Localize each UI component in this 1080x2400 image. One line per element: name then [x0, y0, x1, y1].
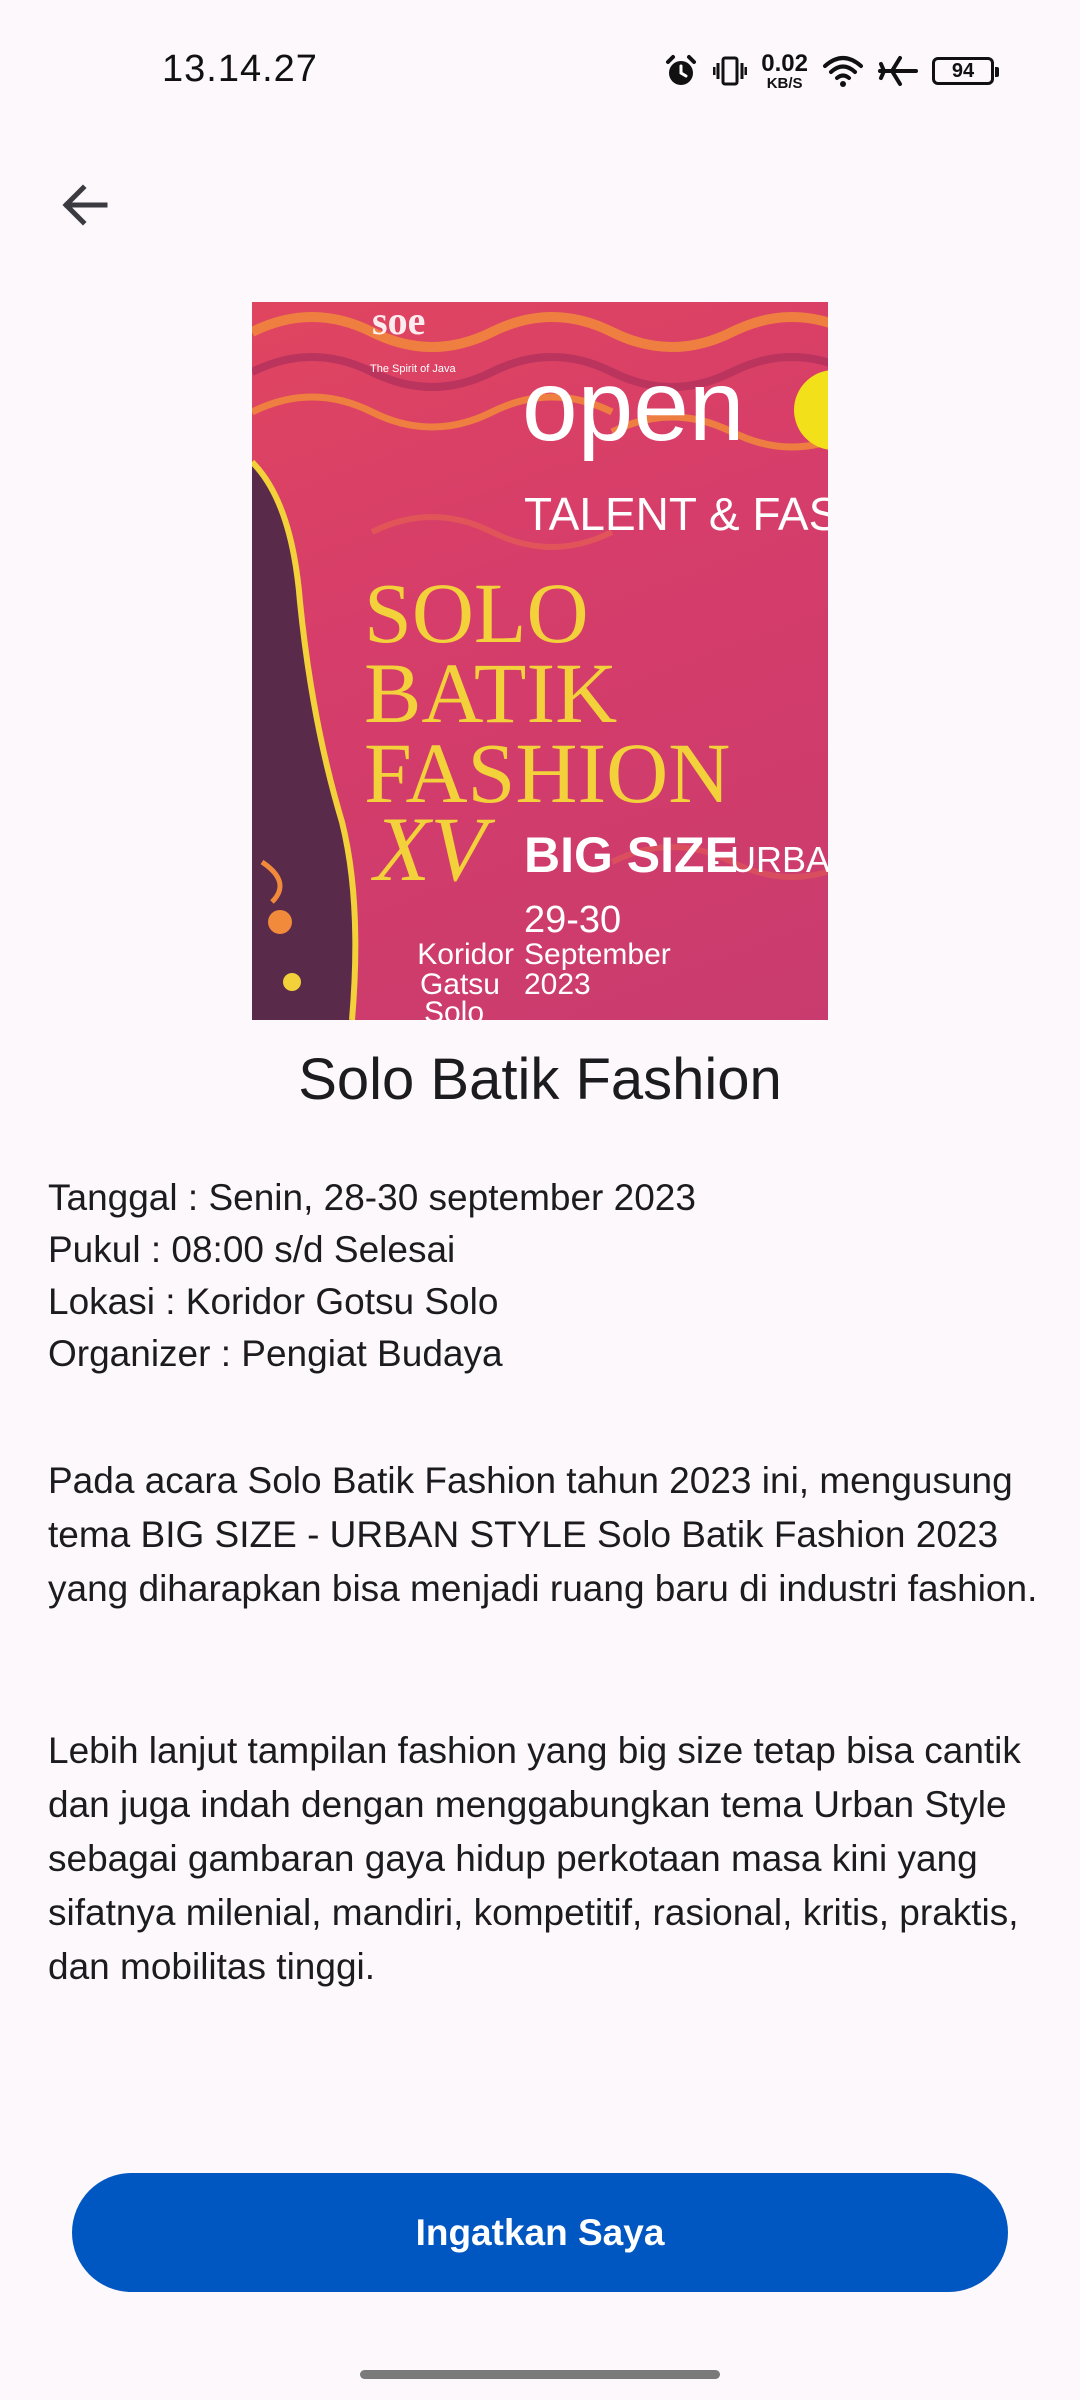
back-button[interactable] — [40, 160, 130, 250]
svg-text:Koridor: Koridor — [417, 938, 514, 971]
soe-logo: soe The Spirit of Java — [370, 302, 456, 375]
event-poster-image: soe The Spirit of Java open TALENT & FAS… — [252, 302, 828, 1020]
network-speed-value: 0.02 — [761, 49, 808, 77]
arrow-left-icon — [62, 184, 108, 226]
battery-indicator: 94 — [932, 57, 999, 85]
event-description-paragraph: Pada acara Solo Batik Fashion tahun 2023… — [48, 1460, 1038, 1609]
svg-text:Solo: Solo — [424, 996, 484, 1020]
event-detail-screen: 13.14.27 0.02 KB/S 94 soe The Spirit of … — [0, 0, 1080, 2400]
poster-theme: BIG SIZE — [524, 827, 738, 883]
event-details: Tanggal : Senin, 28-30 september 2023 Pu… — [48, 1172, 1038, 1380]
svg-text:29-30: 29-30 — [524, 899, 621, 941]
svg-text:The Spirit of Java: The Spirit of Java — [370, 363, 456, 375]
svg-text:September: September — [524, 938, 671, 971]
remind-me-button[interactable]: Ingatkan Saya — [72, 2173, 1008, 2292]
event-description-paragraph: Lebih lanjut tampilan fashion yang big s… — [48, 1730, 1021, 1987]
model-figure — [252, 459, 359, 1020]
svg-text:soe: soe — [372, 302, 425, 343]
home-indicator[interactable] — [360, 2370, 720, 2379]
alarm-icon — [663, 53, 699, 89]
event-date: Tanggal : Senin, 28-30 september 2023 — [48, 1177, 696, 1218]
poster-theme-suffix: - URBAN — [708, 839, 828, 880]
airplane-icon — [878, 54, 918, 88]
network-speed: 0.02 KB/S — [761, 49, 808, 92]
poster-subtitle: TALENT & FASHI — [524, 488, 828, 540]
event-organizer: Organizer : Pengiat Budaya — [48, 1333, 503, 1374]
event-time: Pukul : 08:00 s/d Selesai — [48, 1229, 456, 1270]
status-bar: 13.14.27 0.02 KB/S 94 — [0, 0, 1080, 140]
status-time: 13.14.27 — [162, 48, 318, 90]
vibrate-icon — [713, 53, 748, 89]
poster-brand: open — [522, 350, 744, 462]
wifi-icon — [822, 54, 864, 88]
poster-date-venue: 29-30 September 2023 Koridor Gatsu Solo — [417, 899, 670, 1020]
status-icons: 0.02 KB/S 94 — [663, 48, 999, 94]
event-title: Solo Batik Fashion — [298, 1047, 782, 1112]
svg-text:XV: XV — [370, 798, 496, 900]
event-location: Lokasi : Koridor Gotsu Solo — [48, 1281, 499, 1322]
network-speed-unit: KB/S — [766, 74, 803, 92]
svg-text:2023: 2023 — [524, 968, 591, 1001]
